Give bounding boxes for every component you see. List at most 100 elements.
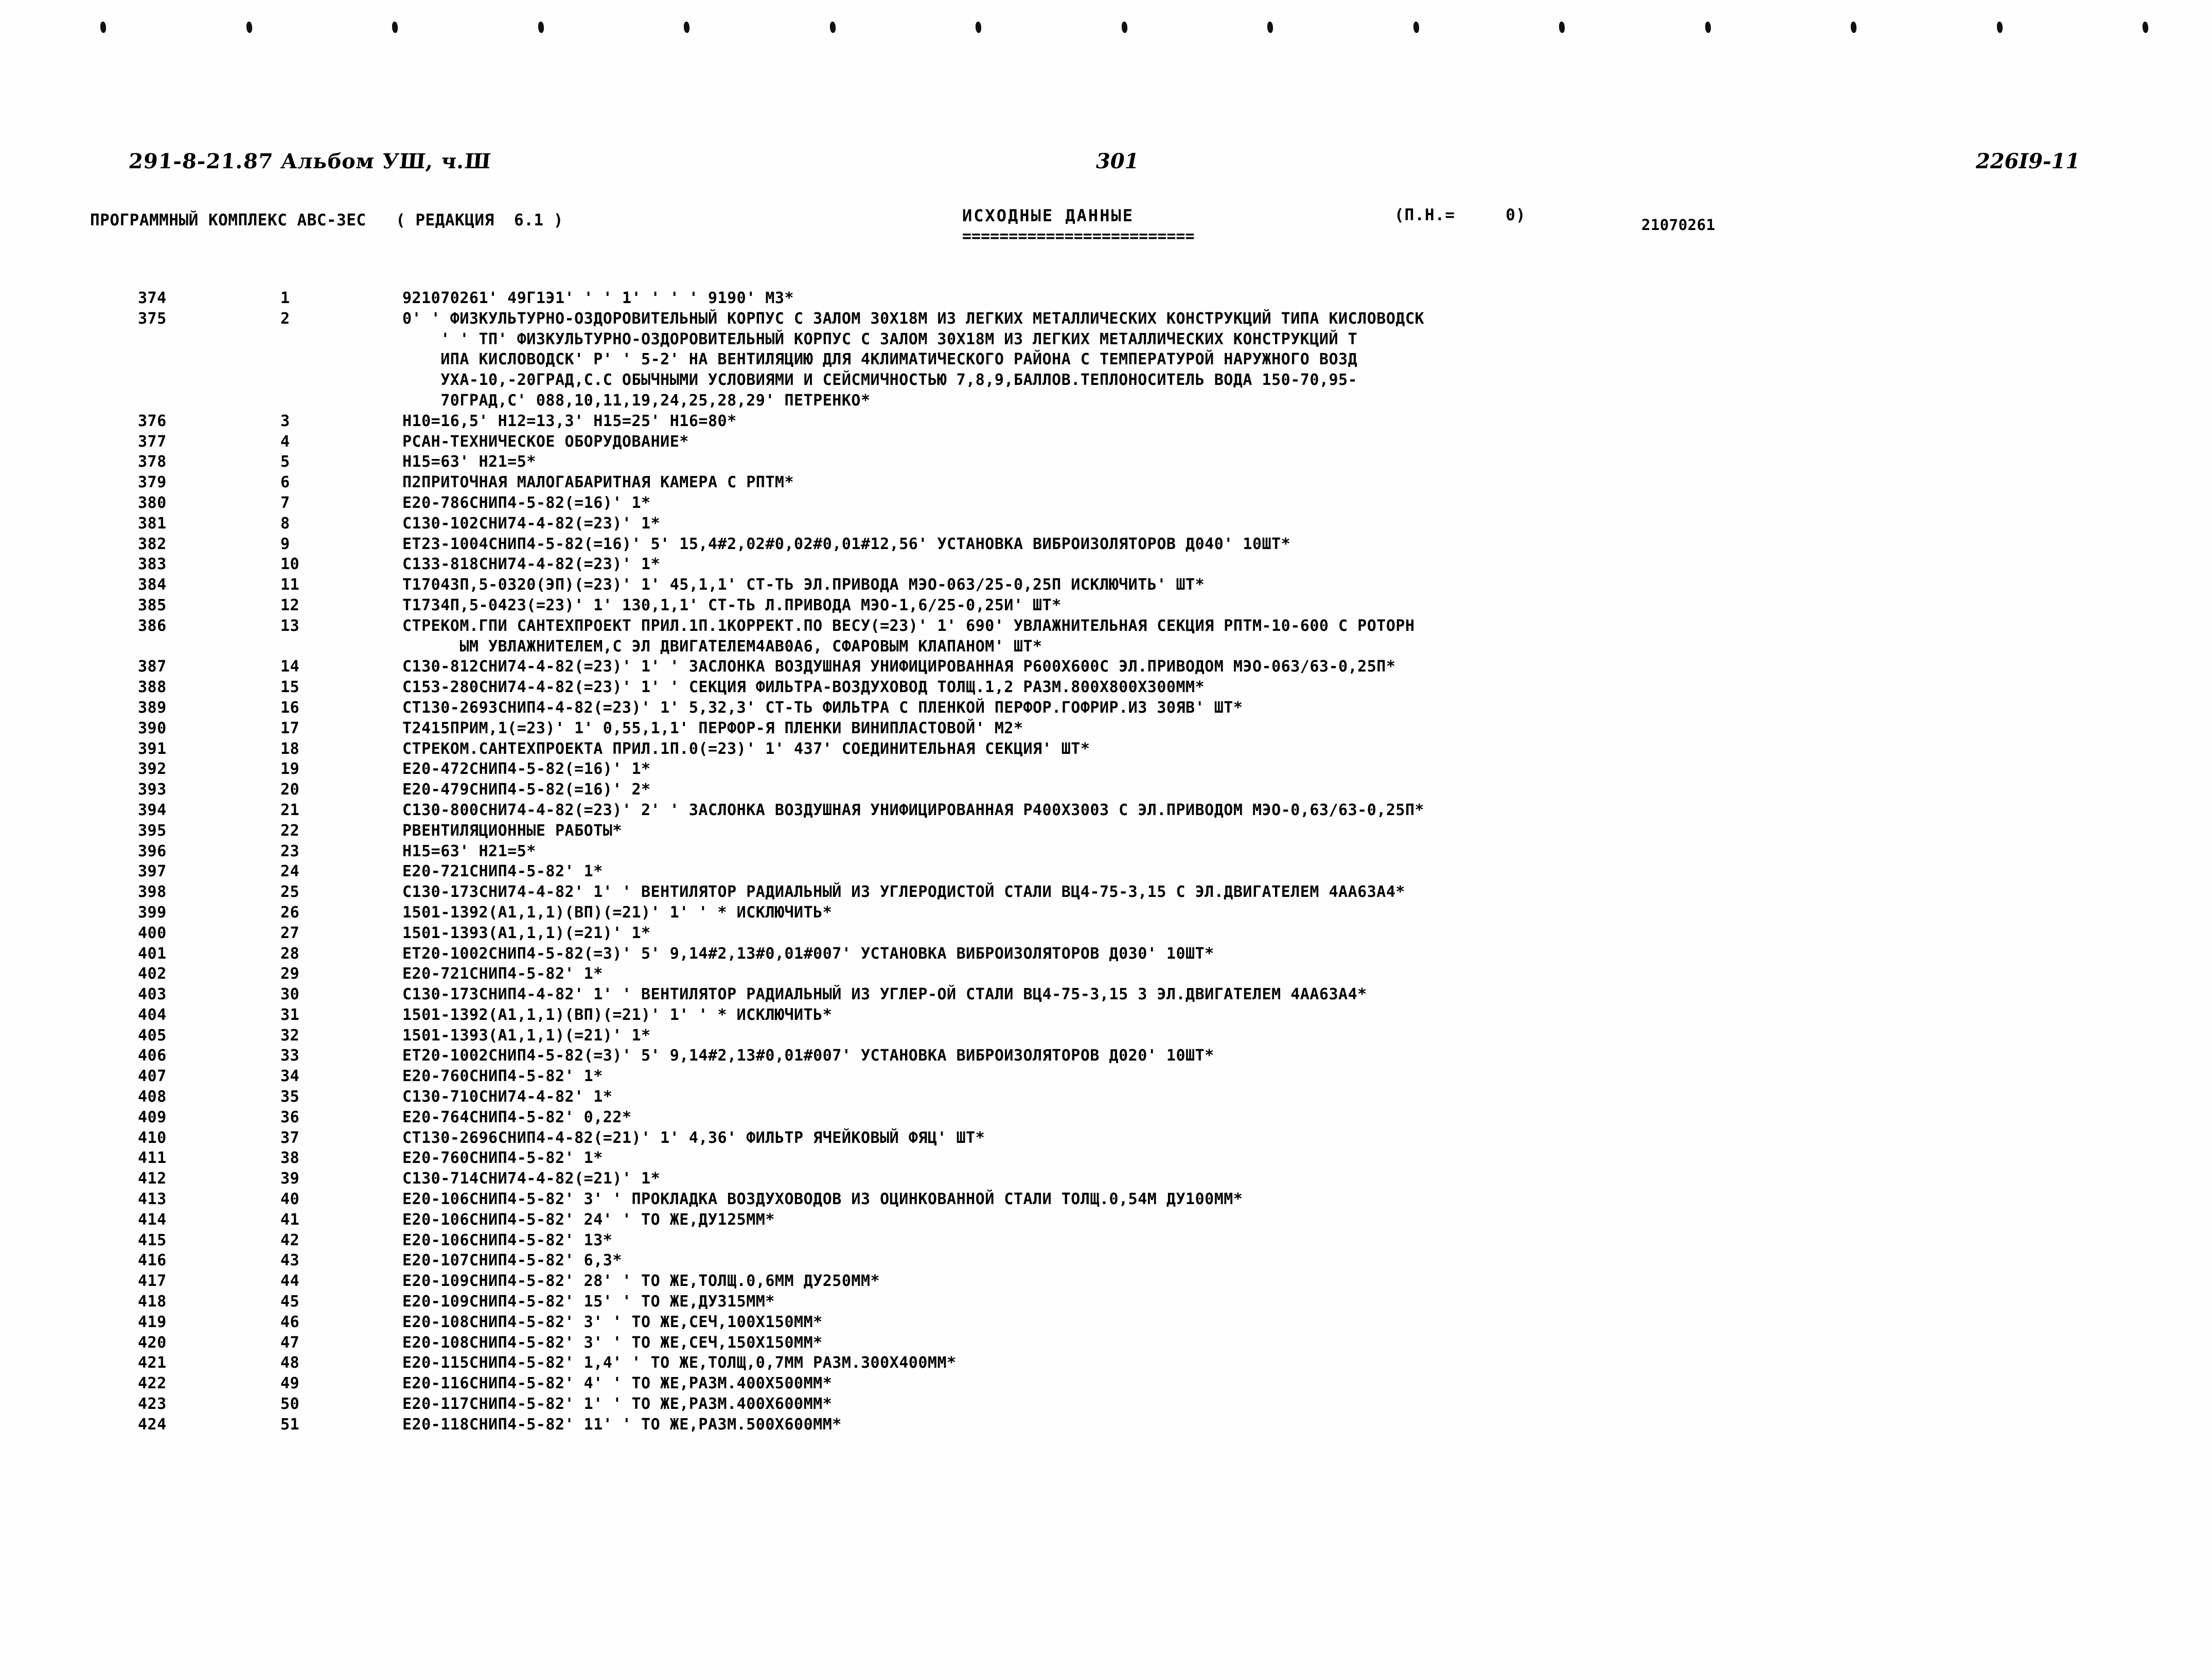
perforation-dot [1704,21,1711,33]
row-text: 921070261' 49Г1Э1' ' ' 1' ' ' ' 9190' МЗ… [402,289,794,307]
job-code: 21070261 [1641,216,1715,234]
row-absolute-number: 391 [138,739,167,758]
listing-row: 412 39 С130-714СНИ74-4-82(=21)' 1* [0,1169,2212,1189]
row-sequence-number: 51 [280,1415,300,1434]
listing-row: 416 43 Е20-107СНИП4-5-82' 6,3* [0,1250,2212,1271]
listing-row: 419 46 Е20-108СНИП4-5-82' 3' ' ТО ЖЕ,СЕЧ,1… [0,1312,2212,1333]
row-absolute-number: 421 [138,1354,167,1372]
row-sequence-number: 46 [280,1313,300,1331]
row-text: Е20-786СНИП4-5-82(=16)' 1* [402,493,651,512]
row-sequence-number: 49 [280,1374,300,1393]
row-sequence-number: 23 [280,842,300,860]
perforation-dot [1267,21,1273,33]
row-sequence-number: 14 [280,658,300,676]
listing-row: 401 28 ЕТ20-1002СНИП4-5-82(=3)' 5' 9,14#2,… [0,944,2212,964]
row-sequence-number: 36 [280,1108,300,1126]
listing-row: 379 6 П2ПРИТОЧНАЯ МАЛОГАБАРИТНАЯ КАМЕРА С … [0,472,2212,493]
row-absolute-number: 408 [138,1088,167,1106]
listing-row: 376 3 Н10=16,5' Н12=13,3' Н15=25' Н16=80* [0,411,2212,432]
row-sequence-number: 1 [280,289,290,307]
row-sequence-number: 43 [280,1251,300,1270]
listing-row: 387 14 С130-812СНИ74-4-82(=23)' 1' ' ЗАСЛО… [0,657,2212,677]
listing-row: 375 2 0' ' ФИЗКУЛЬТУРНО-ОЗДОРОВИТЕЛЬНЫЙ КО… [0,309,2212,329]
row-absolute-number: 384 [138,576,167,594]
perforation-dot [1121,21,1128,33]
row-absolute-number: 415 [138,1231,167,1249]
listing-row: 403 30 С130-173СНИП4-4-82' 1' ' ВЕНТИЛЯТОР… [0,984,2212,1005]
listing-row: ' ' ТП' ФИЗКУЛЬТУРНО-ОЗДОРОВИТЕЛЬНЫЙ КОР… [0,329,2212,350]
row-absolute-number: 420 [138,1333,167,1352]
listing-row: 383 10 С133-818СНИ74-4-82(=23)' 1* [0,554,2212,575]
row-sequence-number: 33 [280,1047,300,1065]
row-text: СТ130-2693СНИП4-4-82(=23)' 1' 5,32,3' СТ… [402,698,1243,717]
row-sequence-number: 37 [280,1128,300,1147]
row-absolute-number: 405 [138,1026,167,1045]
row-text: РВЕНТИЛЯЦИОННЫЕ РАБОТЫ* [402,821,622,840]
row-sequence-number: 47 [280,1333,300,1352]
row-text: Т2415ПРИМ,1(=23)' 1' 0,55,1,1' ПЕРФОР-Я … [402,719,1023,737]
row-text: С130-102СНИ74-4-82(=23)' 1* [402,514,661,533]
listing-row: 400 27 1501-1393(А1,1,1)(=21)' 1* [0,923,2212,944]
row-absolute-number: 393 [138,781,167,799]
perforation-dot [100,21,107,33]
listing-row: 398 25 С130-173СНИ74-4-82' 1' ' ВЕНТИЛЯТОР… [0,882,2212,903]
row-absolute-number: 392 [138,760,167,779]
row-absolute-number: 401 [138,944,167,963]
row-absolute-number: 413 [138,1190,167,1209]
row-absolute-number: 390 [138,719,167,737]
row-sequence-number: 50 [280,1395,300,1414]
row-absolute-number: 424 [138,1415,167,1434]
title-underline-rule: ========================= [962,227,1195,245]
listing-row: 406 33 ЕТ20-1002СНИП4-5-82(=3)' 5' 9,14#2,… [0,1046,2212,1066]
listing-row: 396 23 Н15=63' Н21=5* [0,841,2212,862]
row-text: Е20-721СНИП4-5-82' 1* [402,862,603,881]
row-sequence-number: 8 [280,514,290,533]
perforation-dot [537,21,544,33]
row-sequence-number: 5 [280,453,290,471]
scanned-page: 291-8-21.87 Альбом УШ, ч.Ш 301 226I9-11 … [0,0,2212,1677]
row-sequence-number: 15 [280,678,300,697]
row-absolute-number: 407 [138,1067,167,1086]
row-absolute-number: 389 [138,698,167,717]
row-text: 1501-1393(А1,1,1)(=21)' 1* [402,1026,651,1045]
listing-row: 388 15 С153-280СНИ74-4-82(=23)' 1' ' СЕКЦИ… [0,677,2212,698]
title-note: (П.Н.= 0) [1394,206,1526,224]
listing-row: 389 16 СТ130-2693СНИП4-4-82(=23)' 1' 5,32,… [0,698,2212,718]
row-absolute-number: 379 [138,473,167,492]
row-text: Е20-106СНИП4-5-82' 24' ' ТО ЖЕ,ДУ125ММ* [402,1210,775,1229]
row-sequence-number: 19 [280,760,300,779]
row-sequence-number: 29 [280,965,300,983]
row-absolute-number: 382 [138,535,167,553]
listing-row: 397 24 Е20-721СНИП4-5-82' 1* [0,861,2212,882]
row-absolute-number: 388 [138,678,167,697]
row-absolute-number: 410 [138,1128,167,1147]
row-sequence-number: 24 [280,862,300,881]
page-header: 291-8-21.87 Альбом УШ, ч.Ш 301 226I9-11 … [0,72,2212,234]
row-absolute-number: 397 [138,862,167,881]
row-text: С130-710СНИ74-4-82' 1* [402,1088,613,1106]
row-sequence-number: 18 [280,739,300,758]
row-text: УХА-10,-20ГРАД,С.С ОБЫЧНЫМИ УСЛОВИЯМИ И … [402,371,1358,390]
row-sequence-number: 17 [280,719,300,737]
perforation-dot [1850,21,1857,33]
listing-row: 409 36 Е20-764СНИП4-5-82' 0,22* [0,1107,2212,1128]
listing-row: 391 18 СТРЕКОМ.САНТЕХПРОЕКТА ПРИЛ.1П.0(=23… [0,739,2212,760]
listing-row: 414 41 Е20-106СНИП4-5-82' 24' ' ТО ЖЕ,ДУ12… [0,1210,2212,1230]
row-sequence-number: 42 [280,1231,300,1249]
listing-row: 386 13 СТРЕКОМ.ГПИ САНТЕХПРОЕКТ ПРИЛ.1П.1К… [0,616,2212,637]
row-sequence-number: 4 [280,432,290,451]
row-absolute-number: 411 [138,1149,167,1168]
row-sequence-number: 27 [280,924,300,942]
row-absolute-number: 380 [138,493,167,512]
row-sequence-number: 11 [280,576,300,594]
row-sequence-number: 28 [280,944,300,963]
row-sequence-number: 48 [280,1354,300,1372]
row-absolute-number: 394 [138,801,167,819]
row-text: С133-818СНИ74-4-82(=23)' 1* [402,555,661,574]
perforation-dot [829,21,836,33]
listing-row: 420 47 Е20-108СНИП4-5-82' 3' ' ТО ЖЕ,СЕЧ,1… [0,1333,2212,1353]
row-sequence-number: 13 [280,616,300,635]
perforation-dot [975,21,982,33]
row-sequence-number: 7 [280,493,290,512]
listing-row: 418 45 Е20-109СНИП4-5-82' 15' ' ТО ЖЕ,ДУ31… [0,1292,2212,1312]
